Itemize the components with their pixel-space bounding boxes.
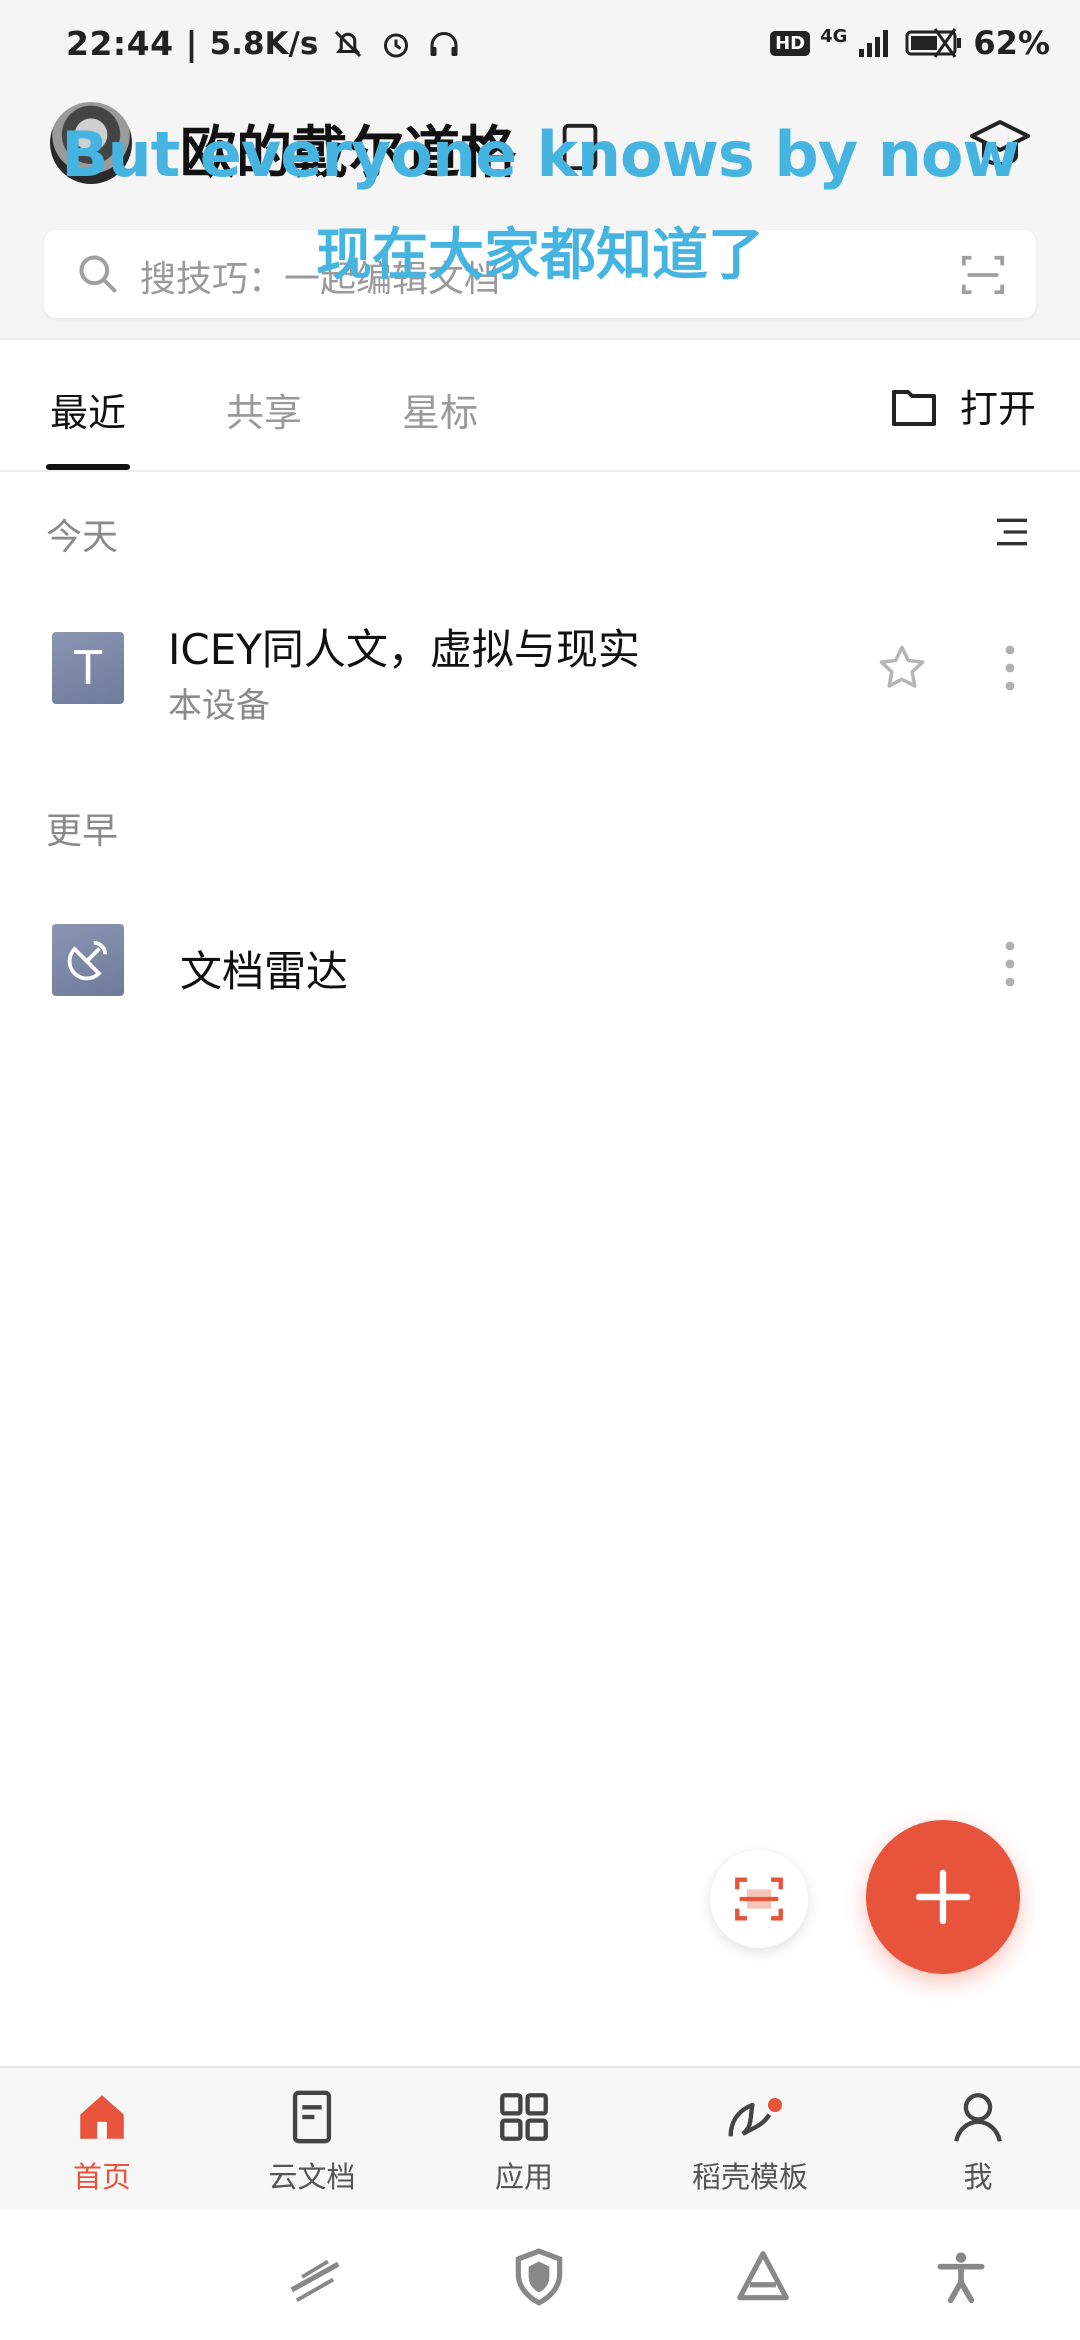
template-icon	[728, 2102, 772, 2137]
create-new-button[interactable]	[866, 1820, 1020, 1974]
tab-bar: 最近 共享 星标 打开	[0, 342, 1080, 472]
network-speed: 5.8K/s	[209, 25, 319, 62]
status-bar: 22:44 | 5.8K/s HD 4G 62%	[0, 0, 1080, 90]
sort-icon[interactable]	[992, 512, 1032, 552]
file-name: ICEY同人文，虚拟与现实	[168, 625, 640, 674]
open-button[interactable]: 打开	[890, 378, 1036, 433]
network-type: 4G	[820, 25, 848, 47]
thumbnail-letter: T	[73, 641, 103, 695]
app-header: 欧的戴尔道格 But everyone knows by now 搜技巧：一起编…	[0, 90, 1080, 340]
hd-badge: HD	[770, 30, 811, 56]
battery-icon	[905, 28, 962, 58]
triangle-logo-icon[interactable]	[732, 2246, 794, 2308]
text-file-thumbnail: T	[52, 632, 124, 704]
radar-thumbnail	[52, 924, 124, 996]
plus-icon	[915, 1869, 971, 1925]
nav-home-label: 首页	[72, 2160, 131, 2194]
radar-icon	[67, 940, 108, 981]
shield-icon[interactable]	[508, 2246, 570, 2308]
nav-me-label: 我	[963, 2160, 993, 2194]
star-icon[interactable]	[876, 642, 928, 694]
more-options-icon[interactable]	[1002, 940, 1018, 988]
document-scan-icon	[735, 1877, 783, 1921]
cloud-doc-icon	[292, 2090, 332, 2144]
username[interactable]: 欧的戴尔道格	[180, 108, 516, 189]
nav-cloud-docs-label: 云文档	[268, 2160, 356, 2194]
tab-starred[interactable]: 星标	[402, 382, 478, 437]
accessibility-icon[interactable]	[930, 2246, 992, 2308]
signal-icon	[859, 30, 889, 57]
folder-icon	[891, 389, 936, 426]
headphones-icon	[430, 31, 458, 56]
open-label: 打开	[959, 387, 1036, 431]
mute-bell-icon	[335, 30, 362, 57]
avatar[interactable]	[50, 102, 132, 184]
tab-recent[interactable]: 最近	[50, 382, 126, 437]
subtitle-english: But everyone knows by now	[61, 118, 1020, 191]
file-location: 本设备	[168, 686, 270, 726]
tab-shared[interactable]: 共享	[226, 382, 302, 437]
system-navigation-bar	[0, 2210, 1080, 2340]
search-bar[interactable]: 搜技巧：一起编辑文档	[44, 230, 1036, 318]
graduation-cap-icon[interactable]	[968, 112, 1032, 176]
home-icon	[80, 2095, 124, 2139]
more-options-icon[interactable]	[1002, 644, 1018, 692]
active-tab-indicator	[46, 464, 130, 470]
search-icon	[79, 255, 117, 293]
section-today: 今天	[46, 517, 119, 558]
file-row[interactable]: T ICEY同人文，虚拟与现实 本设备	[0, 600, 1080, 730]
apps-icon	[500, 2093, 548, 2141]
status-time: 22:44	[66, 24, 174, 63]
search-input[interactable]: 搜技巧：一起编辑文档	[140, 250, 500, 302]
file-name: 文档雷达	[180, 947, 349, 996]
battery-percent: 62%	[973, 24, 1050, 62]
scan-icon[interactable]	[960, 252, 1006, 298]
bottom-navigation: 首页 云文档 应用 稻壳模板 我	[0, 2066, 1080, 2210]
section-earlier: 更早	[46, 811, 119, 852]
profile-icon	[954, 2093, 1002, 2142]
scan-document-button[interactable]	[710, 1850, 808, 1948]
nav-me[interactable]: 我	[898, 2088, 1058, 2196]
nav-apps-label: 应用	[494, 2160, 553, 2194]
file-row[interactable]: 文档雷达	[0, 898, 1080, 1028]
status-separator: |	[185, 24, 198, 63]
nav-templates[interactable]: 稻壳模板	[670, 2088, 830, 2196]
nav-apps[interactable]: 应用	[444, 2088, 604, 2196]
alarm-icon	[384, 33, 409, 57]
screen: 22:44 | 5.8K/s HD 4G 62% 欧的戴尔道格 But ever…	[0, 0, 1080, 2340]
nav-cloud-docs[interactable]: 云文档	[232, 2088, 392, 2196]
nav-templates-label: 稻壳模板	[691, 2160, 808, 2194]
document-icon[interactable]	[560, 122, 600, 172]
nav-home[interactable]: 首页	[22, 2088, 182, 2196]
notification-dot	[768, 2098, 782, 2112]
slash-gesture-icon[interactable]	[284, 2246, 346, 2308]
